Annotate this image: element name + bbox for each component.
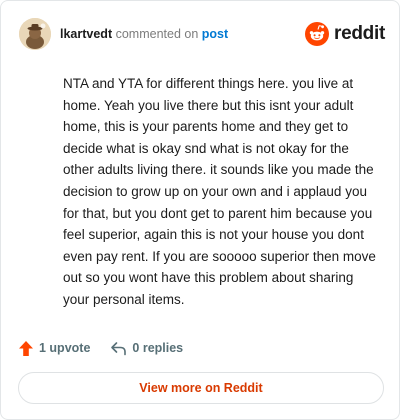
post-link[interactable]: post bbox=[202, 27, 228, 41]
reddit-logo-icon bbox=[305, 22, 330, 46]
upvote-count: 1 upvote bbox=[39, 341, 91, 355]
reply-arrow-icon bbox=[111, 341, 127, 355]
comment-body: NTA and YTA for different things here. y… bbox=[63, 76, 376, 307]
action-text: commented on bbox=[115, 27, 199, 41]
username-link[interactable]: lkartvedt bbox=[60, 27, 112, 41]
upvote-arrow-icon bbox=[19, 340, 33, 356]
replies-count: 0 replies bbox=[132, 341, 184, 355]
view-more-button[interactable]: View more on Reddit bbox=[18, 372, 384, 404]
brand-wordmark: reddit bbox=[334, 23, 385, 44]
upvote-button[interactable]: 1 upvote bbox=[18, 340, 90, 357]
comment-header: lkartvedt commented on post reddit bbox=[19, 18, 385, 50]
comment-card: lkartvedt commented on post reddit NTA a… bbox=[0, 0, 400, 420]
user-avatar[interactable] bbox=[19, 18, 51, 50]
reddit-brand[interactable]: reddit bbox=[305, 21, 385, 47]
avatar-image bbox=[19, 18, 51, 50]
comment-footer: 1 upvote 0 replies bbox=[18, 337, 183, 359]
replies-button[interactable]: 0 replies bbox=[110, 341, 183, 356]
comment-meta: lkartvedt commented on post bbox=[60, 26, 228, 42]
